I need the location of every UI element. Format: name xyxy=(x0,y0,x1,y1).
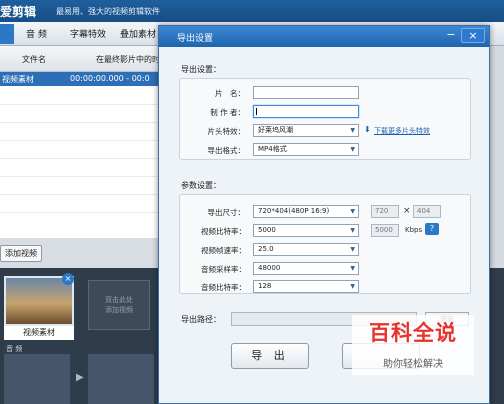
add-video-button[interactable]: 添加视频 xyxy=(0,245,42,262)
preview-edge xyxy=(490,46,504,268)
export-button[interactable]: 导 出 xyxy=(231,343,309,369)
audio-bitrate-label: 音频比特率： xyxy=(201,283,246,292)
format-select[interactable]: MP4格式 ▼ xyxy=(253,143,359,156)
author-input[interactable] xyxy=(253,105,359,118)
audio-samplerate-value: 48000 xyxy=(258,264,281,272)
file-row-name: 视频素材 xyxy=(2,75,34,84)
close-icon[interactable]: × xyxy=(461,28,485,43)
author-label: 制 作 者： xyxy=(210,108,245,117)
dialog-title: 导出设置 xyxy=(177,34,214,44)
row-divider xyxy=(0,194,160,195)
chevron-down-icon: ▼ xyxy=(350,265,355,272)
framerate-select[interactable]: 25.0 ▼ xyxy=(253,243,359,256)
framerate-value: 25.0 xyxy=(258,245,274,253)
file-panel: 文件名 在最终影片中的时 视频素材 00:00:00.000 - 00:0 xyxy=(0,46,160,238)
export-path-label: 导出路径： xyxy=(181,315,221,324)
intro-effect-select[interactable]: 好莱坞风潮 ▼ xyxy=(253,124,359,137)
film-name-label: 片 名： xyxy=(215,89,245,98)
kbps-label: Kbps xyxy=(405,226,423,234)
audio-slot[interactable] xyxy=(88,354,154,404)
app-subtitle: 最易用、强大的视频剪辑软件 xyxy=(56,7,160,16)
format-label: 导出格式： xyxy=(207,146,246,155)
row-divider xyxy=(0,158,160,159)
custom-bitrate-field[interactable]: 5000 xyxy=(371,224,399,237)
audio-bitrate-select[interactable]: 128 ▼ xyxy=(253,280,359,293)
app-title: 爱剪辑 xyxy=(0,5,37,19)
params-heading: 参数设置： xyxy=(181,181,221,190)
audio-samplerate-label: 音频采样率： xyxy=(201,265,246,274)
media-tab-icon[interactable] xyxy=(0,24,14,44)
intro-effect-label: 片头特效： xyxy=(207,127,246,136)
add-video-slot[interactable]: 双击此处 添加视频 xyxy=(88,280,150,330)
row-divider xyxy=(0,212,160,213)
file-list-header: 文件名 在最终影片中的时 xyxy=(0,46,160,72)
add-video-strip: 添加视频 xyxy=(0,238,160,268)
tab-overlay[interactable]: 叠加素材 xyxy=(120,27,156,40)
audio-bitrate-value: 128 xyxy=(258,282,272,290)
height-field[interactable]: 404 xyxy=(413,205,441,218)
format-value: MP4格式 xyxy=(258,145,287,153)
framerate-label: 视频帧速率： xyxy=(201,246,246,255)
row-divider xyxy=(0,104,160,105)
help-icon[interactable]: ? xyxy=(425,223,439,235)
file-row[interactable]: 视频素材 00:00:00.000 - 00:0 xyxy=(0,72,160,86)
watermark-logo: 百科全说 助你轻松解决 xyxy=(352,315,474,383)
tab-subtitle-effects[interactable]: 字幕特效 xyxy=(70,27,106,40)
size-label: 导出尺寸： xyxy=(207,208,246,217)
row-divider xyxy=(0,122,160,123)
download-effects-link[interactable]: 下载更多片头特效 xyxy=(374,126,430,136)
minimize-icon[interactable]: − xyxy=(443,28,459,43)
audio-samplerate-select[interactable]: 48000 ▼ xyxy=(253,262,359,275)
film-name-input[interactable] xyxy=(253,86,359,99)
app-titlebar: 爱剪辑 最易用、强大的视频剪辑软件 xyxy=(0,0,504,22)
audio-slot[interactable] xyxy=(4,354,70,404)
dialog-titlebar[interactable]: 导出设置 − × xyxy=(159,26,489,47)
width-field[interactable]: 720 xyxy=(371,205,399,218)
column-filename[interactable]: 文件名 xyxy=(22,54,46,65)
intro-effect-value: 好莱坞风潮 xyxy=(258,126,293,134)
download-icon[interactable]: ⬇ xyxy=(364,125,371,134)
tab-audio[interactable]: 音 频 xyxy=(26,27,47,40)
times-symbol: × xyxy=(403,206,411,216)
chevron-down-icon: ▼ xyxy=(350,127,355,134)
clip-label: 视频素材 xyxy=(4,326,74,340)
text-caret xyxy=(256,108,257,115)
column-range[interactable]: 在最终影片中的时 xyxy=(96,54,160,65)
row-divider xyxy=(0,176,160,177)
file-row-range: 00:00:00.000 - 00:0 xyxy=(70,74,150,83)
chevron-down-icon: ▼ xyxy=(350,227,355,234)
chevron-down-icon: ▼ xyxy=(350,208,355,215)
watermark-sub: 助你轻松解决 xyxy=(383,359,443,370)
export-settings-heading: 导出设置： xyxy=(181,65,221,74)
size-value: 720*404(480P 16:9) xyxy=(258,207,330,215)
video-bitrate-label: 视频比特率： xyxy=(201,227,246,236)
clip-close-icon[interactable]: × xyxy=(62,273,74,285)
row-divider xyxy=(0,140,160,141)
video-bitrate-select[interactable]: 5000 ▼ xyxy=(253,224,359,237)
audio-track-label: 音 频 xyxy=(6,345,23,353)
watermark-main: 百科全说 xyxy=(369,321,457,345)
size-select[interactable]: 720*404(480P 16:9) ▼ xyxy=(253,205,359,218)
chevron-down-icon: ▼ xyxy=(350,283,355,290)
chevron-down-icon: ▼ xyxy=(350,246,355,253)
video-bitrate-value: 5000 xyxy=(258,226,276,234)
chevron-down-icon: ▼ xyxy=(350,146,355,153)
arrow-right-icon: ▶ xyxy=(76,372,84,383)
